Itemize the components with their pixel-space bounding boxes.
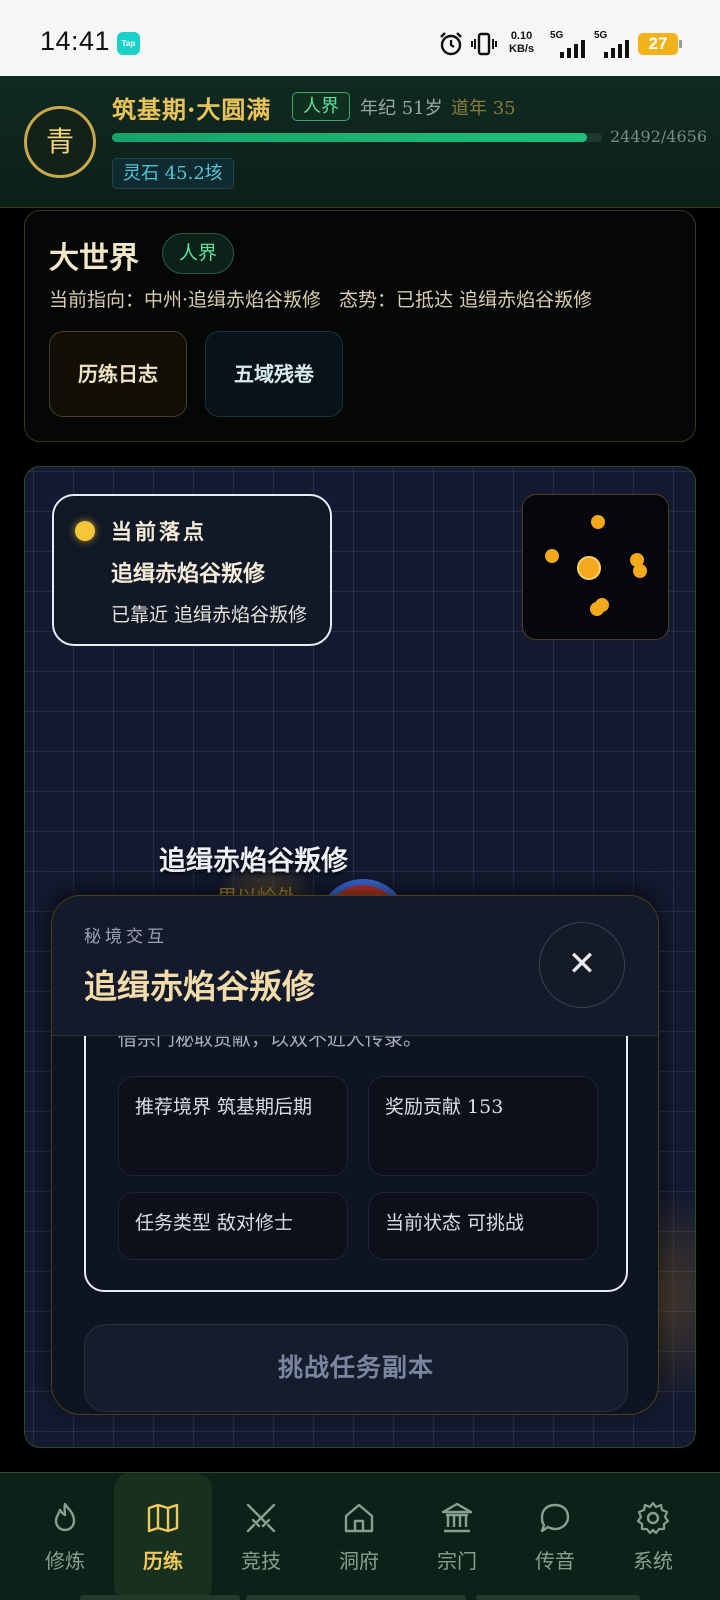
network-speed: 0.10 KB/s bbox=[509, 30, 534, 56]
nav-item-sect[interactable]: 宗门 bbox=[408, 1473, 506, 1600]
status-cell: 当前状态 可挑战 bbox=[368, 1192, 598, 1260]
challenge-dungeon-button[interactable]: 挑战任务副本 bbox=[84, 1324, 628, 1412]
taptap-app-icon: Tap bbox=[117, 32, 140, 55]
status-time: 14:41 bbox=[40, 26, 111, 56]
secret-realm-modal: 借宗门秘取贡献，以双不近人传录。 推荐境界 筑基期后期 奖励贡献 153 任务类… bbox=[51, 895, 659, 1415]
nav-scroll-hint bbox=[246, 1595, 466, 1600]
current-direction: 当前指向：中州·追缉赤焰谷叛修 bbox=[49, 289, 322, 311]
chat-bubble-icon bbox=[540, 1503, 570, 1533]
world-realm-tag: 人界 bbox=[162, 233, 235, 274]
five-realms-scroll-button[interactable]: 五域残卷 bbox=[205, 331, 343, 417]
experience-text: 24492/4656 bbox=[610, 127, 708, 146]
nav-scroll-hint bbox=[476, 1595, 640, 1600]
world-map[interactable]: 当前落点 追缉赤焰谷叛修 已靠近 追缉赤焰谷叛修 里以岭外 追缉赤焰谷叛修 借宗… bbox=[24, 466, 696, 1448]
network-speed-unit: KB/s bbox=[509, 43, 535, 55]
nav-item-cave[interactable]: 洞府 bbox=[310, 1473, 408, 1600]
recommended-realm-cell: 推荐境界 筑基期后期 bbox=[118, 1076, 348, 1176]
bottom-navigation: 修炼 历练 竞技 洞府 宗门 传音 系统 bbox=[0, 1472, 720, 1600]
map-icon bbox=[147, 1503, 179, 1533]
signal-bars-icon bbox=[604, 40, 629, 58]
current-landing-card: 当前落点 追缉赤焰谷叛修 已靠近 追缉赤焰谷叛修 bbox=[52, 494, 332, 646]
gear-icon bbox=[636, 1501, 670, 1535]
nav-label: 历练 bbox=[143, 1549, 183, 1573]
close-button[interactable]: ✕ bbox=[539, 922, 625, 1008]
nav-label: 修炼 bbox=[45, 1549, 85, 1573]
world-tag: 人界 bbox=[292, 92, 350, 121]
player-header: 青 筑基期·大圆满 人界 年纪 51岁 道年 35 24492/4656 灵石 … bbox=[0, 76, 720, 208]
modal-eyebrow: 秘境交互 bbox=[84, 927, 168, 947]
modal-title: 追缉赤焰谷叛修 bbox=[84, 967, 315, 1006]
home-icon bbox=[344, 1503, 374, 1533]
landing-label: 当前落点 bbox=[111, 519, 207, 544]
current-situation: 态势：已抵达 追缉赤焰谷叛修 bbox=[339, 289, 593, 311]
temple-icon bbox=[441, 1502, 473, 1533]
nav-item-cultivate[interactable]: 修炼 bbox=[16, 1473, 114, 1600]
nav-label: 洞府 bbox=[339, 1549, 379, 1573]
battery-indicator: 27 bbox=[638, 33, 682, 55]
landing-place: 追缉赤焰谷叛修 bbox=[111, 561, 266, 587]
experience-bar bbox=[112, 133, 602, 142]
alarm-clock-icon bbox=[440, 32, 462, 56]
age-text: 年纪 51岁 bbox=[360, 98, 443, 119]
minimap-current-marker bbox=[577, 556, 601, 580]
vibrate-icon bbox=[471, 32, 497, 56]
task-type-cell: 任务类型 敌对修士 bbox=[118, 1192, 348, 1260]
world-direction-line: 当前指向：中州·追缉赤焰谷叛修 态势：已抵达 追缉赤焰谷叛修 bbox=[49, 285, 610, 312]
minimap-marker bbox=[545, 549, 559, 563]
spirit-stone-badge: 灵石 45.2垓 bbox=[112, 158, 234, 189]
location-dot-icon bbox=[75, 521, 95, 541]
world-card: 大世界 人界 当前指向：中州·追缉赤焰谷叛修 态势：已抵达 追缉赤焰谷叛修 历练日… bbox=[24, 210, 696, 442]
nav-item-training[interactable]: 历练 bbox=[114, 1473, 212, 1600]
nav-scroll-hint bbox=[80, 1595, 240, 1600]
minimap-marker bbox=[633, 564, 647, 578]
task-info-box: 借宗门秘取贡献，以双不近人传录。 推荐境界 筑基期后期 奖励贡献 153 任务类… bbox=[84, 1006, 628, 1292]
cultivation-realm: 筑基期·大圆满 bbox=[112, 95, 272, 124]
nav-label: 系统 bbox=[633, 1549, 673, 1573]
nav-label: 宗门 bbox=[437, 1549, 477, 1573]
avatar[interactable]: 青 bbox=[24, 106, 96, 178]
dao-year-text: 道年 35 bbox=[451, 98, 516, 119]
training-log-button[interactable]: 历练日志 bbox=[49, 331, 187, 417]
crossed-swords-icon bbox=[246, 1503, 276, 1533]
nav-item-arena[interactable]: 竞技 bbox=[212, 1473, 310, 1600]
landing-status: 已靠近 追缉赤焰谷叛修 bbox=[111, 604, 308, 626]
map-node-label[interactable]: 追缉赤焰谷叛修 bbox=[159, 839, 348, 878]
nav-label: 竞技 bbox=[241, 1549, 281, 1573]
minimap-marker bbox=[591, 515, 605, 529]
minimap[interactable] bbox=[522, 494, 669, 640]
experience-bar-fill bbox=[112, 133, 588, 142]
network-speed-value: 0.10 bbox=[510, 30, 533, 42]
minimap-marker bbox=[595, 598, 609, 612]
reward-cell: 奖励贡献 153 bbox=[368, 1076, 598, 1176]
status-bar: 14:41 Tap 0.10 KB/s 5G 5G 27 bbox=[0, 0, 720, 76]
signal-bars-icon bbox=[560, 40, 585, 58]
nav-item-message[interactable]: 传音 bbox=[506, 1473, 604, 1600]
world-title: 大世界 bbox=[49, 241, 139, 276]
modal-header: 秘境交互 追缉赤焰谷叛修 ✕ bbox=[52, 896, 658, 1036]
nav-label: 传音 bbox=[535, 1549, 575, 1573]
flame-icon bbox=[54, 1502, 76, 1532]
nav-item-system[interactable]: 系统 bbox=[604, 1473, 702, 1600]
